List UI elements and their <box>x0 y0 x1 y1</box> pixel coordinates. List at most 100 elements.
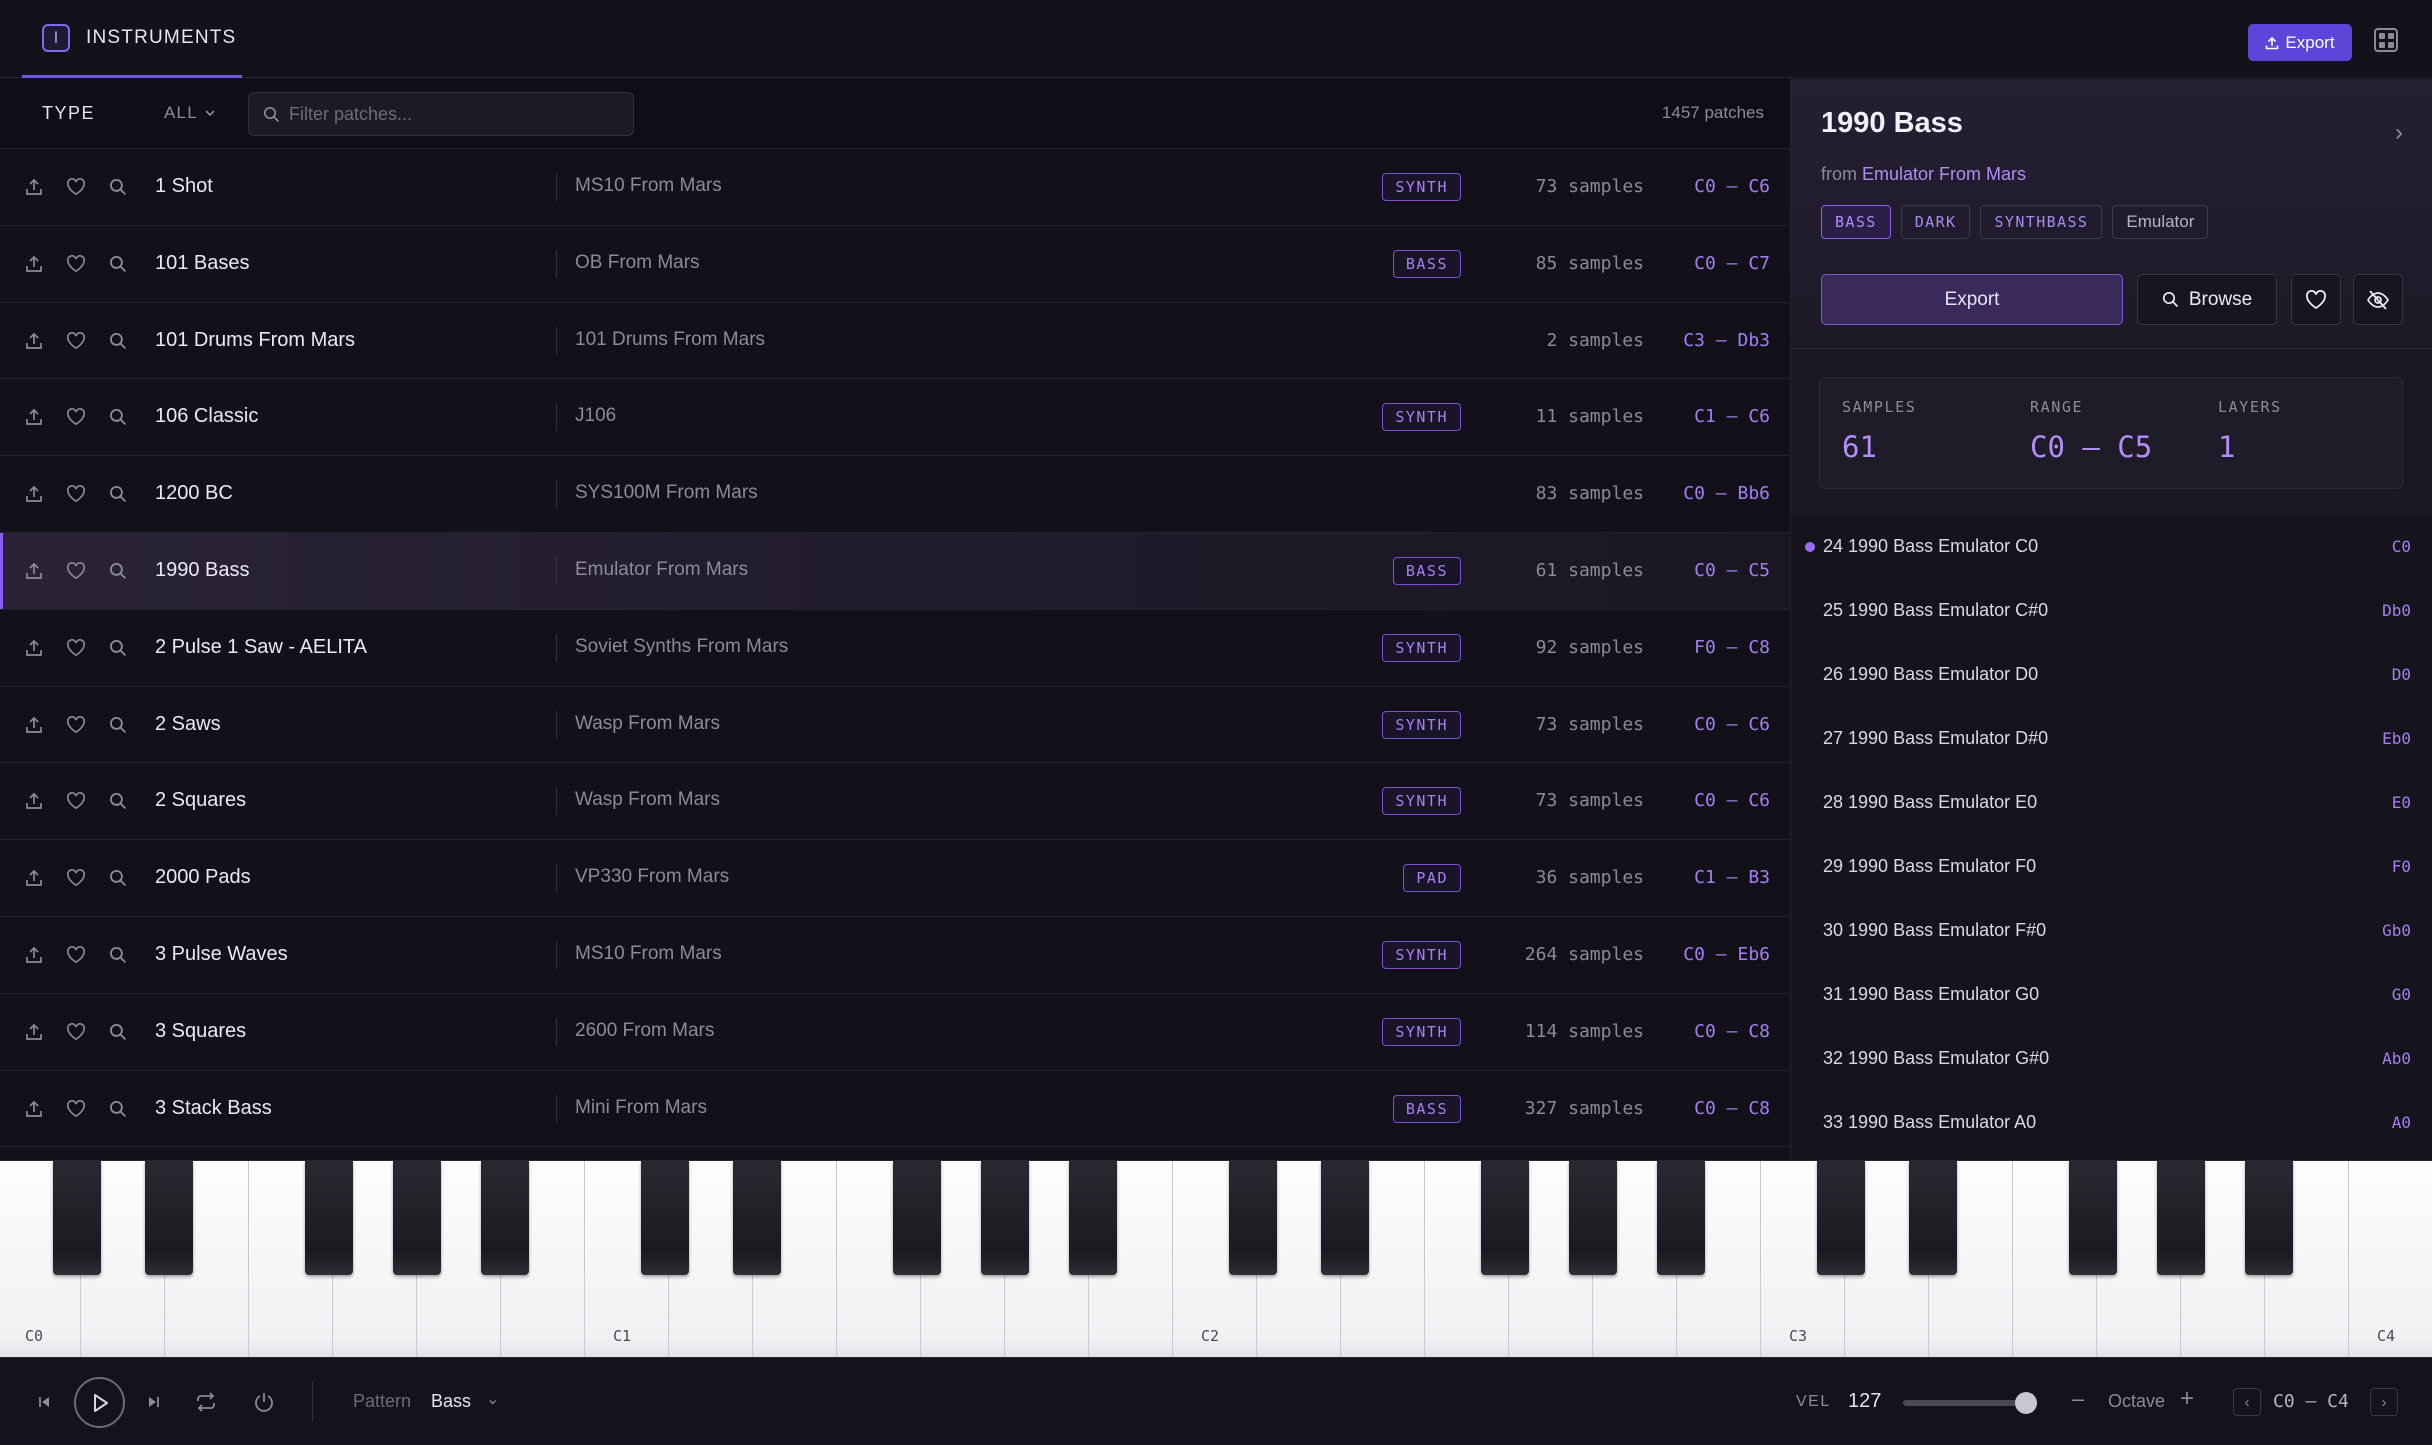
upload-icon[interactable] <box>22 405 46 429</box>
black-key[interactable] <box>1481 1161 1529 1275</box>
table-row[interactable]: 101 Bases OB From Mars BASS 85 samples C0 – … <box>0 226 1790 303</box>
upload-icon[interactable] <box>22 482 46 506</box>
detail-tag[interactable]: SYNTHBASS <box>1980 205 2103 239</box>
heart-icon[interactable] <box>64 713 88 737</box>
upload-icon[interactable] <box>22 329 46 353</box>
black-key[interactable] <box>1657 1161 1705 1275</box>
heart-icon[interactable] <box>64 1097 88 1121</box>
black-key[interactable] <box>1569 1161 1617 1275</box>
black-key[interactable] <box>1229 1161 1277 1275</box>
skip-forward-button[interactable] <box>138 1386 170 1418</box>
table-row[interactable]: 2 Pulse 1 Saw - AELITA Soviet Synths From… <box>0 610 1790 687</box>
search-icon[interactable] <box>106 713 130 737</box>
table-row[interactable]: 1 Shot MS10 From Mars SYNTH 73 samples C0 – … <box>0 149 1790 226</box>
white-key[interactable]: C4 <box>2349 1161 2432 1357</box>
black-key[interactable] <box>305 1161 353 1275</box>
sample-zone[interactable]: 32 1990 Bass Emulator G#0 Ab0 <box>1791 1027 2432 1091</box>
range-prev-button[interactable]: ‹ <box>2233 1388 2261 1416</box>
table-row[interactable]: 1990 Bass Emulator From Mars BASS 61 sample… <box>0 532 1790 610</box>
heart-icon[interactable] <box>64 252 88 276</box>
upload-icon[interactable] <box>22 789 46 813</box>
tab-instruments[interactable]: I INSTRUMENTS <box>22 0 242 78</box>
table-row[interactable]: 3 Stack Bass Mini From Mars BASS 327 sample… <box>0 1071 1790 1148</box>
detail-tag[interactable]: Emulator <box>2112 205 2209 239</box>
black-key[interactable] <box>145 1161 193 1275</box>
search-icon[interactable] <box>106 482 130 506</box>
sample-zone[interactable]: 31 1990 Bass Emulator G0 G0 <box>1791 963 2432 1027</box>
sample-zone[interactable]: 28 1990 Bass Emulator E0 E0 <box>1791 771 2432 835</box>
upload-icon[interactable] <box>22 1097 46 1121</box>
range-next-button[interactable]: › <box>2370 1388 2398 1416</box>
black-key[interactable] <box>2245 1161 2293 1275</box>
black-key[interactable] <box>1069 1161 1117 1275</box>
search-icon[interactable] <box>106 559 130 583</box>
detail-tag[interactable]: DARK <box>1900 205 1971 239</box>
velocity-slider-handle[interactable] <box>2015 1392 2037 1414</box>
search-icon[interactable] <box>106 636 130 660</box>
favorite-button[interactable] <box>2291 274 2341 325</box>
velocity-slider[interactable] <box>1903 1392 2037 1414</box>
black-key[interactable] <box>481 1161 529 1275</box>
search-icon[interactable] <box>106 789 130 813</box>
export-button[interactable]: Export <box>2248 24 2352 61</box>
sample-zone[interactable]: 33 1990 Bass Emulator A0 A0 <box>1791 1091 2432 1155</box>
sample-zone[interactable]: 25 1990 Bass Emulator C#0 Db0 <box>1791 579 2432 643</box>
black-key[interactable] <box>893 1161 941 1275</box>
heart-icon[interactable] <box>64 482 88 506</box>
chevron-down-icon[interactable]: ⌄ <box>486 1389 499 1409</box>
search-icon[interactable] <box>106 329 130 353</box>
search-icon[interactable] <box>106 1020 130 1044</box>
table-row[interactable]: 1200 BC SYS100M From Mars 83 samples C0 – B… <box>0 456 1790 533</box>
upload-icon[interactable] <box>22 636 46 660</box>
play-button[interactable] <box>74 1377 125 1428</box>
detail-export-button[interactable]: Export <box>1821 274 2123 325</box>
heart-icon[interactable] <box>64 405 88 429</box>
sample-zone[interactable]: 27 1990 Bass Emulator D#0 Eb0 <box>1791 707 2432 771</box>
black-key[interactable] <box>53 1161 101 1275</box>
sample-zone[interactable]: 30 1990 Bass Emulator F#0 Gb0 <box>1791 899 2432 963</box>
heart-icon[interactable] <box>64 559 88 583</box>
power-button[interactable] <box>248 1386 280 1418</box>
upload-icon[interactable] <box>22 713 46 737</box>
heart-icon[interactable] <box>64 329 88 353</box>
octave-up-button[interactable]: + <box>2180 1385 2194 1413</box>
detail-from-link[interactable]: Emulator From Mars <box>1862 164 2026 184</box>
detail-tag[interactable]: BASS <box>1821 205 1891 239</box>
chevron-right-icon[interactable]: › <box>2395 119 2403 147</box>
upload-icon[interactable] <box>22 559 46 583</box>
loop-button[interactable] <box>190 1386 222 1418</box>
black-key[interactable] <box>393 1161 441 1275</box>
search-icon[interactable] <box>106 175 130 199</box>
black-key[interactable] <box>1321 1161 1369 1275</box>
search-icon[interactable] <box>106 1097 130 1121</box>
upload-icon[interactable] <box>22 943 46 967</box>
heart-icon[interactable] <box>64 636 88 660</box>
hide-button[interactable] <box>2353 274 2403 325</box>
skip-back-button[interactable] <box>28 1386 60 1418</box>
black-key[interactable] <box>2157 1161 2205 1275</box>
black-key[interactable] <box>641 1161 689 1275</box>
table-row[interactable]: 2 Squares Wasp From Mars SYNTH 73 samples C0… <box>0 763 1790 841</box>
sample-zone[interactable]: 29 1990 Bass Emulator F0 F0 <box>1791 835 2432 899</box>
black-key[interactable] <box>2069 1161 2117 1275</box>
black-key[interactable] <box>1817 1161 1865 1275</box>
layout-grid-icon[interactable] <box>2374 28 2398 52</box>
table-row[interactable]: 2 Saws Wasp From Mars SYNTH 73 samples C0 – … <box>0 687 1790 764</box>
search-icon[interactable] <box>106 866 130 890</box>
search-icon[interactable] <box>106 252 130 276</box>
upload-icon[interactable] <box>22 252 46 276</box>
heart-icon[interactable] <box>64 789 88 813</box>
table-row[interactable]: 106 Classic J106 SYNTH 11 samples C1 – C6 <box>0 379 1790 457</box>
upload-icon[interactable] <box>22 866 46 890</box>
search-icon[interactable] <box>106 943 130 967</box>
browse-button[interactable]: Browse <box>2137 274 2277 325</box>
table-row[interactable]: 3 Pulse Waves MS10 From Mars SYNTH 264 samp… <box>0 917 1790 994</box>
table-row[interactable]: 3 Squares 2600 From Mars SYNTH 114 samples C… <box>0 994 1790 1071</box>
sample-zone[interactable]: 26 1990 Bass Emulator D0 D0 <box>1791 643 2432 707</box>
heart-icon[interactable] <box>64 1020 88 1044</box>
table-row[interactable]: 2000 Pads VP330 From Mars PAD 36 samples C1 … <box>0 840 1790 917</box>
search-icon[interactable] <box>106 405 130 429</box>
octave-down-button[interactable]: – <box>2072 1386 2084 1412</box>
black-key[interactable] <box>733 1161 781 1275</box>
black-key[interactable] <box>981 1161 1029 1275</box>
